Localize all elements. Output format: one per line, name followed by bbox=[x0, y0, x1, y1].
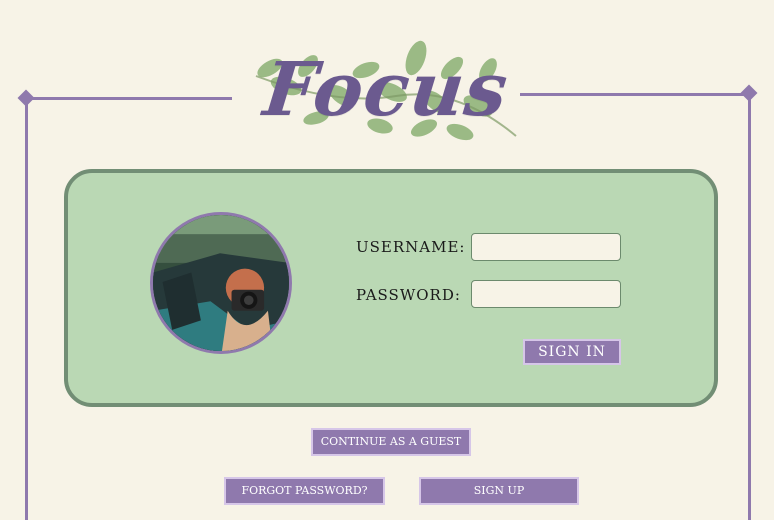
continue-as-guest-button[interactable]: CONTINUE AS A GUEST bbox=[311, 428, 471, 456]
password-input[interactable] bbox=[471, 280, 621, 308]
frame-left-line bbox=[25, 99, 28, 520]
frame-diamond-right bbox=[740, 84, 758, 102]
frame-top-left-line bbox=[26, 97, 232, 100]
login-page: Focus USERNAME: PASSWORD: SIGN IN CONTIN… bbox=[0, 0, 774, 520]
sign-in-button[interactable]: SIGN IN bbox=[523, 339, 621, 365]
frame-right-line bbox=[748, 94, 751, 520]
logo-title: Focus bbox=[259, 47, 513, 133]
frame-top-right-line bbox=[520, 93, 750, 96]
sign-up-button[interactable]: SIGN UP bbox=[419, 477, 579, 505]
app-logo: Focus bbox=[246, 36, 532, 152]
username-label: USERNAME: bbox=[356, 238, 466, 256]
username-input[interactable] bbox=[471, 233, 621, 261]
password-label: PASSWORD: bbox=[356, 286, 461, 304]
forgot-password-button[interactable]: FORGOT PASSWORD? bbox=[224, 477, 385, 505]
frame-diamond-left bbox=[17, 89, 35, 107]
camera-photo-icon bbox=[153, 215, 289, 351]
profile-photo bbox=[150, 212, 292, 354]
